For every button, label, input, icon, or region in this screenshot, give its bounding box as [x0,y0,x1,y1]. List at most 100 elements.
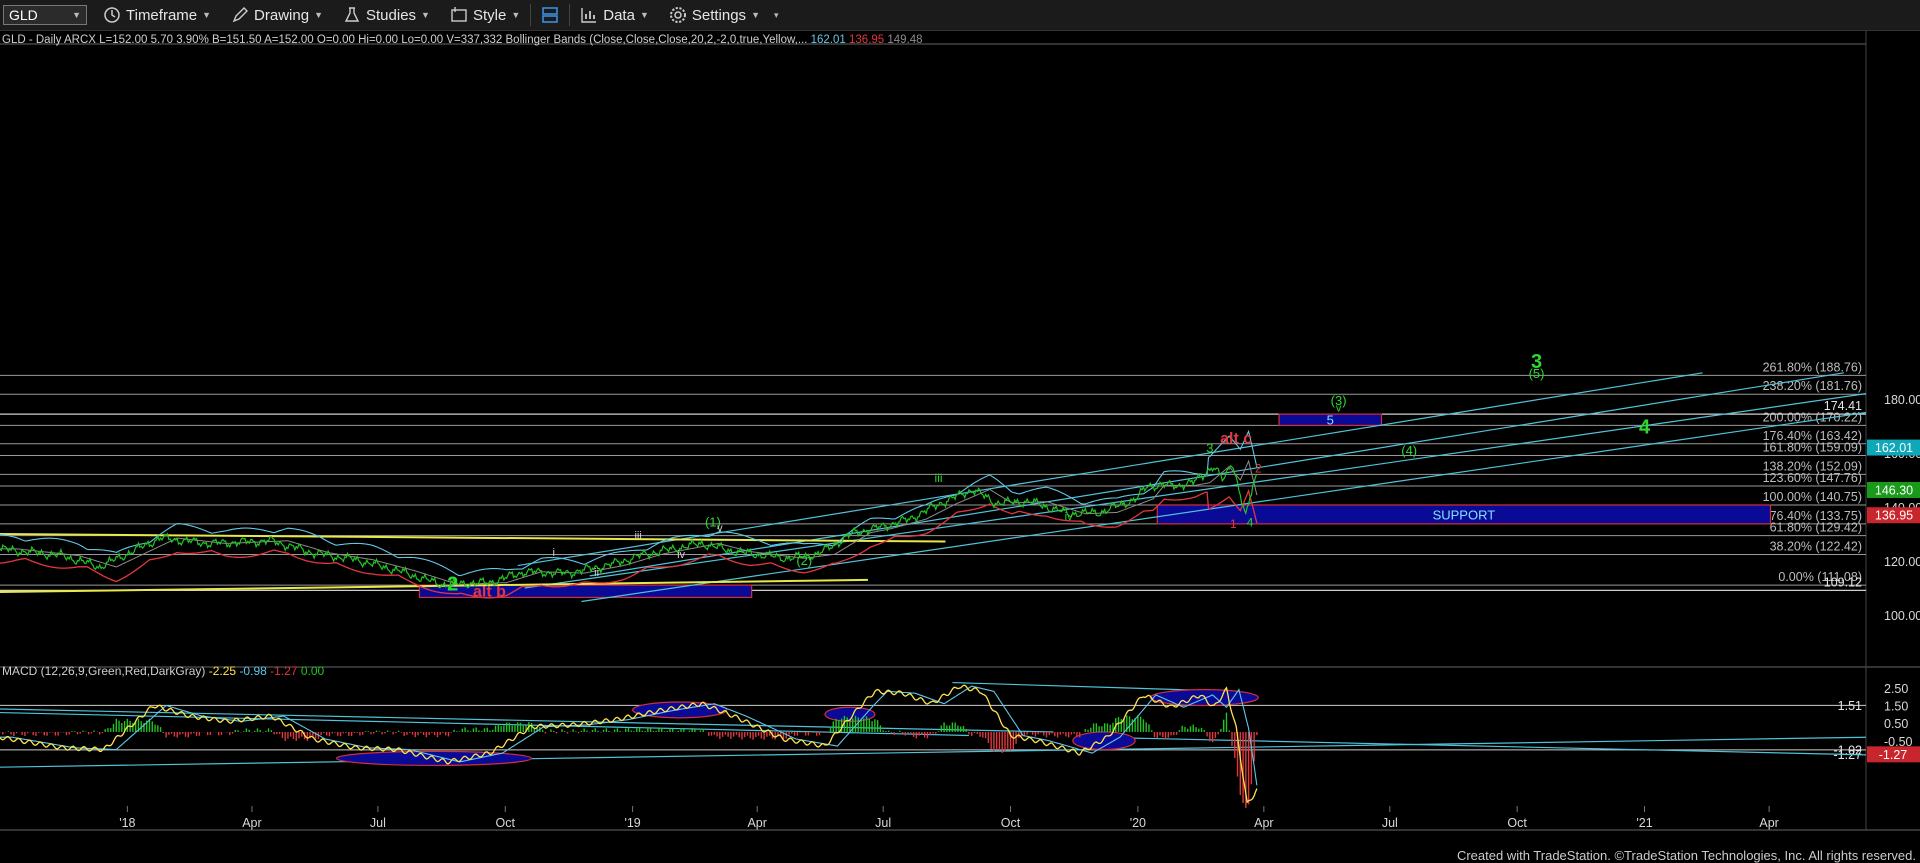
data-button[interactable]: Data ▼ [570,0,659,30]
x-tick-label: Apr [1254,816,1273,830]
chevron-down-icon: ▼ [639,10,649,20]
toolbar: GLD ▼ Timeframe ▼ Drawing ▼ Studies ▼ St… [0,0,1920,31]
wave-label: 3 [1206,440,1213,455]
symbol-input[interactable]: GLD ▼ [3,5,87,25]
x-tick-label: '19 [624,816,640,830]
macd-header-value: -2.25 [209,664,240,678]
wave-label: 1 [1230,517,1237,531]
studies-button[interactable]: Studies ▼ [333,0,440,30]
chevron-down-icon: ▼ [751,10,760,20]
x-tick-label: '20 [1130,816,1146,830]
x-tick-label: Apr [747,816,766,830]
macd-tag-value: -1.27 [1879,748,1908,762]
studies-label: Studies [366,6,417,24]
zone-label: 5 [1327,413,1334,428]
gear-icon [669,7,686,23]
macd-header: MACD (12,26,9,Green,Red,DarkGray) -2.25 … [2,664,324,678]
wave-label: iv [677,549,685,561]
wave-label: 4 [1247,515,1254,529]
timeframe-button[interactable]: Timeframe ▼ [93,0,221,30]
wave-label: 2 [1255,462,1262,476]
fib-level-label: 238.20% (181.76) [1763,379,1862,393]
wave-label: v [1336,403,1342,415]
symbol-value: GLD [9,7,38,23]
wave-label: (2) [796,553,812,568]
macd-header-value: -1.27 [270,664,301,678]
x-tick-label: Apr [242,816,261,830]
macd-y-tick-label: 1.50 [1884,700,1908,714]
timeframe-label: Timeframe [126,6,198,24]
footer: Created with TradeStation. ©TradeStation… [0,836,1920,863]
chevron-down-icon: ▼ [314,10,323,20]
x-tick-label: Jul [1382,816,1398,830]
x-tick-label: '21 [1636,816,1652,830]
x-tick-label: Oct [496,816,516,830]
fib-level-label: 161.80% (159.09) [1763,440,1862,454]
bollinger-header-label: Bollinger Bands (Close,Close,Close,20,2,… [506,34,811,46]
price-tag-label: 162.01 [1875,441,1913,455]
chevron-down-icon: ▼ [72,10,81,20]
footer-credit: Created with TradeStation. ©TradeStation… [1456,848,1916,863]
toolbar-overflow-button[interactable]: ▾ [770,0,783,30]
macd-y-tick-label: 0.50 [1884,717,1908,731]
fib-level-label: 61.80% (129.42) [1770,521,1862,535]
wave-label: 2 [447,574,458,596]
wave-label: (4) [1401,443,1417,458]
horizontal-line-label: 109.12 [1824,575,1862,589]
wave-label: iv [1065,511,1073,523]
wave-label: v [717,522,723,534]
chevron-down-icon: ▼ [511,10,521,20]
wave-label: ii [594,567,599,579]
x-tick-label: '18 [119,816,135,830]
wave-label: (5) [1529,366,1545,381]
style-button[interactable]: Style ▼ [440,0,530,30]
x-tick-label: Oct [1001,816,1021,830]
bollinger-header-value: 136.95 [849,34,887,46]
chart-header-title: GLD - Daily ARCX L=152.00 5.70 3.90% B=1… [2,34,506,46]
macd-header-value: -0.98 [239,664,270,678]
wave-label: iii [935,471,943,485]
macd-header-label: MACD (12,26,9,Green,Red,DarkGray) [2,664,209,678]
macd-y-tick-label: 2.50 [1884,682,1908,696]
macd-header-value: 0.00 [301,664,325,678]
x-tick-label: Jul [370,816,386,830]
settings-button[interactable]: Settings ▼ [659,0,770,30]
pencil-icon [232,7,249,23]
chevron-down-icon: ▼ [202,10,212,20]
settings-label: Settings [691,6,747,24]
x-tick-label: Oct [1507,816,1527,830]
x-tick-label: Apr [1759,816,1778,830]
bar-chart-icon [581,8,597,23]
macd-tag-label: 1.51 [1838,699,1862,713]
fib-level-label: 123.60% (147.76) [1763,471,1862,485]
layout-button[interactable] [531,0,569,30]
fib-level-label: 100.00% (140.75) [1763,490,1862,504]
zone-label: SUPPORT [1433,507,1496,522]
wave-label: 4 [1639,417,1651,439]
price-chart[interactable]: GLD - Daily ARCX L=152.00 5.70 3.90% B=1… [0,31,1920,836]
wave-label: alt c [1220,431,1252,448]
chart-header: GLD - Daily ARCX L=152.00 5.70 3.90% B=1… [2,34,923,46]
wave-label: i [552,547,554,559]
y-tick-label: 120.00 [1884,555,1920,569]
wave-label: iii [634,530,641,542]
data-label: Data [603,6,635,24]
y-tick-label: 100.00 [1884,609,1920,623]
flask-icon [344,7,360,22]
drawing-button[interactable]: Drawing ▼ [221,0,333,30]
bollinger-header-value: 162.01 [811,34,849,46]
horizontal-line-label: 174.41 [1824,399,1862,413]
price-tag-label: 146.30 [1875,483,1913,497]
style-label: Style [472,6,507,24]
style-icon [451,7,467,22]
price-tag-label: 136.95 [1875,509,1913,523]
layout-icon [542,7,559,23]
bollinger-header-value: 149.48 [887,34,922,46]
drawing-label: Drawing [254,6,310,24]
fib-level-label: 38.20% (122.42) [1770,539,1862,553]
fib-level-label: 261.80% (188.76) [1763,360,1862,374]
x-tick-label: Jul [875,816,891,830]
clock-icon [104,7,120,23]
chevron-down-icon: ▾ [773,9,779,20]
chevron-down-icon: ▼ [421,10,430,20]
